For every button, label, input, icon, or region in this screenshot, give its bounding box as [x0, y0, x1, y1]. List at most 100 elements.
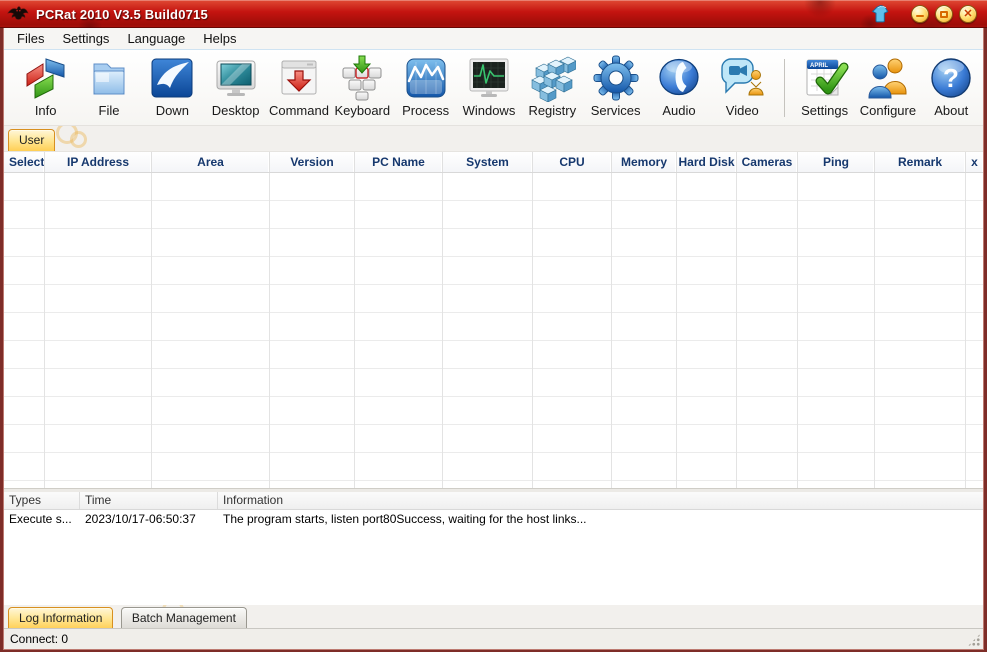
column-header-area[interactable]: Area — [152, 152, 270, 172]
column-separator — [797, 173, 798, 488]
toolbar-label: Process — [394, 103, 457, 118]
info-icon — [22, 54, 70, 102]
connect-count: Connect: 0 — [10, 632, 68, 646]
desktop-monitor-icon — [212, 54, 260, 102]
column-separator — [532, 173, 533, 488]
toolbar-item-video[interactable]: Video — [711, 53, 774, 118]
main-area: User Select IP Address Area Version PC N… — [4, 126, 983, 488]
toolbar: Info File Down — [4, 49, 983, 126]
toolbar-item-settings[interactable]: APRIL Settings — [793, 53, 856, 118]
column-separator — [44, 173, 45, 488]
column-header-extra[interactable]: x — [966, 152, 983, 172]
toolbar-label: Audio — [647, 103, 710, 118]
column-header-remark[interactable]: Remark — [875, 152, 966, 172]
column-separator — [874, 173, 875, 488]
toolbar-item-info[interactable]: Info — [14, 53, 77, 118]
user-tab-strip: User — [4, 126, 983, 151]
column-header-cameras[interactable]: Cameras — [737, 152, 798, 172]
tab-user[interactable]: User — [8, 129, 55, 151]
log-row-type: Execute s... — [4, 510, 80, 528]
toolbar-separator — [784, 59, 785, 117]
title-bar[interactable]: PCRat 2010 V3.5 Build0715 ✕ — [0, 0, 987, 28]
menu-bar: Files Settings Language Helps — [4, 28, 983, 49]
toolbar-item-command[interactable]: Command — [267, 53, 330, 118]
column-separator — [676, 173, 677, 488]
status-bar: Connect: 0 — [4, 628, 983, 649]
toolbar-item-file[interactable]: File — [77, 53, 140, 118]
toolbar-item-process[interactable]: Process — [394, 53, 457, 118]
toolbar-label: Settings — [793, 103, 856, 118]
toolbar-item-services[interactable]: Services — [584, 53, 647, 118]
tab-batch-management[interactable]: Batch Management — [121, 607, 247, 628]
column-separator — [611, 173, 612, 488]
toolbar-label: Configure — [856, 103, 919, 118]
skin-shirt-icon[interactable] — [871, 4, 891, 24]
toolbar-label: Keyboard — [331, 103, 394, 118]
menu-settings[interactable]: Settings — [53, 29, 118, 48]
column-header-ip-address[interactable]: IP Address — [45, 152, 152, 172]
toolbar-label: File — [77, 103, 140, 118]
menu-helps[interactable]: Helps — [194, 29, 245, 48]
menu-language[interactable]: Language — [118, 29, 194, 48]
toolbar-label: Video — [711, 103, 774, 118]
column-header-memory[interactable]: Memory — [612, 152, 677, 172]
toolbar-label: About — [920, 103, 983, 118]
toolbar-item-windows[interactable]: Windows — [457, 53, 520, 118]
toolbar-label: Registry — [521, 103, 584, 118]
app-window: PCRat 2010 V3.5 Build0715 ✕ Files Settin… — [0, 0, 987, 652]
column-separator — [151, 173, 152, 488]
log-column-information[interactable]: Information — [218, 492, 983, 509]
tab-log-information[interactable]: Log Information — [8, 607, 113, 628]
svg-text:?: ? — [943, 63, 959, 93]
audio-phone-icon — [655, 54, 703, 102]
down-swoosh-icon — [148, 54, 196, 102]
user-table-header: Select IP Address Area Version PC Name S… — [4, 151, 983, 173]
close-button[interactable]: ✕ — [959, 5, 977, 23]
column-header-pc-name[interactable]: PC Name — [355, 152, 443, 172]
app-logo-bat-icon — [7, 4, 29, 24]
toolbar-label: Desktop — [204, 103, 267, 118]
toolbar-item-desktop[interactable]: Desktop — [204, 53, 267, 118]
log-row[interactable]: Execute s... 2023/10/17-06:50:37 The pro… — [4, 510, 983, 528]
toolbar-label: Info — [14, 103, 77, 118]
toolbar-item-registry[interactable]: Registry — [521, 53, 584, 118]
toolbar-label: Command — [267, 103, 330, 118]
about-question-icon: ? — [927, 54, 975, 102]
column-header-select[interactable]: Select — [4, 152, 45, 172]
column-header-version[interactable]: Version — [270, 152, 355, 172]
toolbar-item-audio[interactable]: Audio — [647, 53, 710, 118]
log-row-information: The program starts, listen port80Success… — [218, 510, 983, 528]
menu-files[interactable]: Files — [8, 29, 53, 48]
maximize-icon — [940, 11, 948, 18]
registry-cubes-icon — [528, 54, 576, 102]
column-header-system[interactable]: System — [443, 152, 533, 172]
column-separator — [965, 173, 966, 488]
column-header-hard-disk[interactable]: Hard Disk — [677, 152, 737, 172]
toolbar-item-keyboard[interactable]: Keyboard — [331, 53, 394, 118]
column-header-ping[interactable]: Ping — [798, 152, 875, 172]
settings-calendar-icon: APRIL — [801, 54, 849, 102]
log-column-time[interactable]: Time — [80, 492, 218, 509]
toolbar-item-about[interactable]: ? About — [920, 53, 983, 118]
svg-text:APRIL: APRIL — [810, 63, 828, 69]
user-table-body[interactable] — [4, 173, 983, 488]
window-title: PCRat 2010 V3.5 Build0715 — [36, 7, 208, 22]
minimize-button[interactable] — [911, 5, 929, 23]
column-separator — [736, 173, 737, 488]
process-graph-icon — [402, 54, 450, 102]
column-separator — [354, 173, 355, 488]
resize-grip-icon[interactable] — [967, 633, 981, 647]
configure-users-icon — [864, 54, 912, 102]
close-icon: ✕ — [963, 9, 972, 20]
keyboard-icon — [338, 54, 386, 102]
toolbar-item-down[interactable]: Down — [141, 53, 204, 118]
toolbar-item-configure[interactable]: Configure — [856, 53, 919, 118]
file-folder-icon — [85, 54, 133, 102]
log-table-body[interactable]: Execute s... 2023/10/17-06:50:37 The pro… — [4, 510, 983, 605]
log-column-types[interactable]: Types — [4, 492, 80, 509]
column-header-cpu[interactable]: CPU — [533, 152, 612, 172]
minimize-icon — [916, 15, 924, 17]
log-panel: Types Time Information Execute s... 2023… — [4, 492, 983, 605]
maximize-button[interactable] — [935, 5, 953, 23]
services-gear-icon — [592, 54, 640, 102]
